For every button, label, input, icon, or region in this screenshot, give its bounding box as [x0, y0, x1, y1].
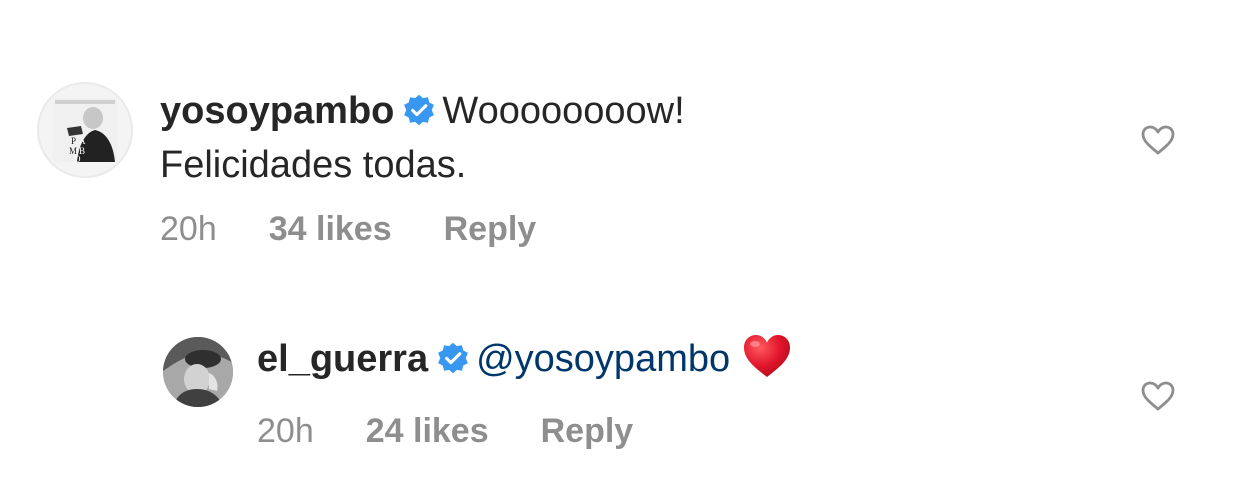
avatar-letter: A: [79, 136, 86, 146]
red-heart-emoji-icon: [742, 333, 792, 379]
comment-text: Woooooooow!: [442, 90, 685, 132]
comment-text: Felicidades todas.: [160, 144, 467, 186]
reply-button[interactable]: Reply: [444, 210, 537, 249]
comment-meta: 20h 24 likes Reply: [257, 412, 633, 451]
likes-count[interactable]: 34 likes: [269, 210, 392, 249]
verified-badge-icon: [436, 341, 470, 375]
reply-comment: el_guerra @yosoypambo 20h 24 likes Reply: [0, 290, 1242, 484]
profile-photo-el-guerra: [163, 337, 233, 407]
avatar-letter: P: [71, 136, 76, 146]
mention-link[interactable]: @yosoypambo: [476, 338, 730, 380]
timestamp[interactable]: 20h: [160, 210, 217, 249]
comment: P A M B O yosoypambo Woooooooow! Felicid…: [0, 0, 1242, 290]
username[interactable]: yosoypambo: [160, 90, 394, 132]
reply-button[interactable]: Reply: [541, 412, 634, 451]
heart-outline-icon[interactable]: [1140, 124, 1176, 156]
comment-body: el_guerra @yosoypambo: [257, 332, 1137, 386]
comment-meta: 20h 34 likes Reply: [160, 210, 536, 249]
avatar-letter: O: [74, 154, 81, 164]
verified-badge-icon: [402, 93, 436, 127]
heart-outline-icon[interactable]: [1140, 380, 1176, 412]
likes-count[interactable]: 24 likes: [366, 412, 489, 451]
avatar[interactable]: P A M B O: [37, 82, 133, 178]
comment-body: yosoypambo Woooooooow! Felicidades todas…: [160, 84, 1080, 192]
avatar[interactable]: [163, 337, 233, 407]
username[interactable]: el_guerra: [257, 338, 428, 380]
timestamp[interactable]: 20h: [257, 412, 314, 451]
profile-photo-pambo: P A M B O: [53, 98, 117, 164]
